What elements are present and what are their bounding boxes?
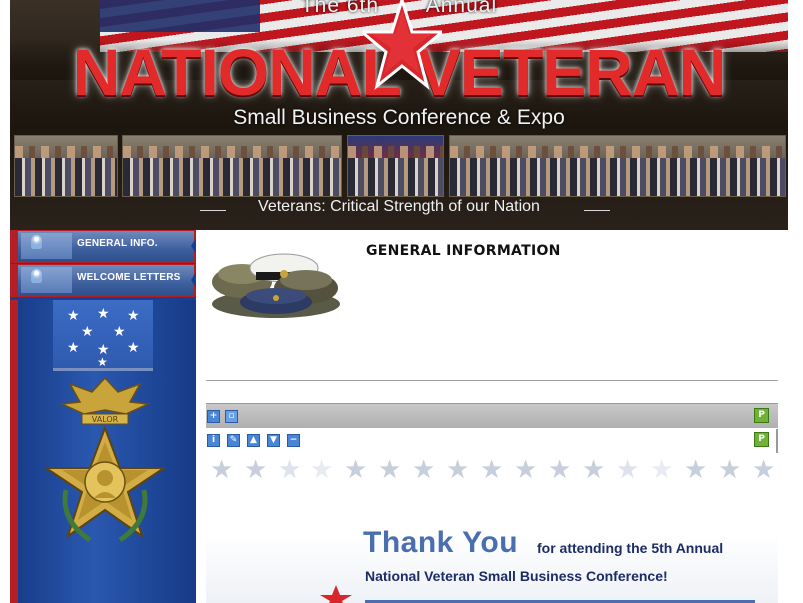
thank-you-heading: Thank You xyxy=(363,526,519,559)
svg-text:★: ★ xyxy=(344,455,367,482)
svg-text:★: ★ xyxy=(67,340,80,356)
svg-text:★: ★ xyxy=(97,355,108,368)
sidebar-item-welcome-letters[interactable]: WELCOME LETTERS xyxy=(10,264,196,297)
banner-motto: Veterans: Critical Strength of our Natio… xyxy=(258,198,540,215)
person-icon xyxy=(31,235,42,249)
svg-text:★: ★ xyxy=(67,308,80,324)
module-toolbar: i ✎ ▲ ▼ − P xyxy=(206,429,778,453)
publish-badge[interactable]: P xyxy=(754,432,769,447)
svg-text:★: ★ xyxy=(446,455,469,482)
header-banner: The 6th Annual NATIONAL VETERAN Small Bu… xyxy=(10,0,788,230)
svg-text:★: ★ xyxy=(278,455,301,482)
publish-badge[interactable]: P xyxy=(754,408,769,423)
svg-text:★: ★ xyxy=(582,455,605,482)
copy-icon[interactable]: ▫ xyxy=(225,410,238,423)
star-icon xyxy=(362,0,442,91)
svg-text:★: ★ xyxy=(718,455,741,482)
sidebar-item-general-info[interactable]: GENERAL INFO. xyxy=(10,230,196,263)
info-icon[interactable]: i xyxy=(207,434,220,447)
divider xyxy=(206,380,778,381)
thank-you-banner: Thank You for attending the 5th Annual N… xyxy=(206,488,778,603)
red-stripe xyxy=(10,300,18,603)
svg-text:★: ★ xyxy=(514,455,537,482)
sidebar: GENERAL INFO. WELCOME LETTERS ★ ★ ★ ★ ★ … xyxy=(10,230,196,603)
svg-text:★: ★ xyxy=(548,455,571,482)
thank-you-line1: for attending the 5th Annual xyxy=(537,540,724,556)
svg-text:★: ★ xyxy=(752,455,775,482)
sidebar-item-label: WELCOME LETTERS xyxy=(77,272,181,283)
svg-text:★: ★ xyxy=(244,455,267,482)
stars-decoration: ★ ★ ★ ★ ★ ★ ★ ★ ★ ★ ★ ★ ★ ★ ★ ★ ★ xyxy=(210,455,775,482)
svg-text:★: ★ xyxy=(310,455,333,482)
banner-tagline: Small Business Conference & Expo xyxy=(233,106,565,129)
veterans-photo-1 xyxy=(14,135,118,197)
svg-text:★: ★ xyxy=(378,455,401,482)
veterans-photo-3 xyxy=(347,135,444,197)
svg-text:★: ★ xyxy=(412,455,435,482)
sidebar-item-label: GENERAL INFO. xyxy=(77,238,158,249)
medal-icon: VALOR xyxy=(42,376,168,543)
right-margin xyxy=(788,0,803,603)
medal-ribbon: ★ ★ ★ ★ ★ ★ ★ ★ ★ xyxy=(53,300,153,371)
svg-text:★: ★ xyxy=(650,455,673,482)
thank-you-line2: National Veteran Small Business Conferen… xyxy=(365,568,668,584)
minus-icon[interactable]: − xyxy=(287,434,300,447)
main-content: GENERAL INFORMATION + ▫ P i ✎ ▲ ▼ − P ★ ★… xyxy=(196,230,788,603)
svg-text:★: ★ xyxy=(81,324,94,340)
plus-icon[interactable]: + xyxy=(207,410,220,423)
wrench-icon[interactable]: ✎ xyxy=(227,434,240,447)
svg-text:★: ★ xyxy=(480,455,503,482)
left-margin xyxy=(0,0,10,603)
veterans-photo-4 xyxy=(449,135,786,197)
svg-text:★: ★ xyxy=(616,455,639,482)
svg-text:★: ★ xyxy=(113,324,126,340)
military-hats-image xyxy=(212,253,340,318)
person-icon xyxy=(31,269,42,283)
svg-text:★: ★ xyxy=(127,308,140,324)
page: The 6th Annual NATIONAL VETERAN Small Bu… xyxy=(0,0,803,603)
move-up-icon[interactable]: ▲ xyxy=(247,434,260,447)
veterans-photo-2 xyxy=(122,135,342,197)
svg-text:★: ★ xyxy=(210,455,233,482)
page-title: GENERAL INFORMATION xyxy=(366,243,561,259)
move-down-icon[interactable]: ▼ xyxy=(267,434,280,447)
star-icon xyxy=(320,585,352,603)
svg-text:★: ★ xyxy=(97,306,110,322)
medal-valor-text: VALOR xyxy=(92,415,119,424)
admin-toolbar: + ▫ P xyxy=(206,403,778,428)
svg-text:★: ★ xyxy=(684,455,707,482)
svg-text:★: ★ xyxy=(127,340,140,356)
